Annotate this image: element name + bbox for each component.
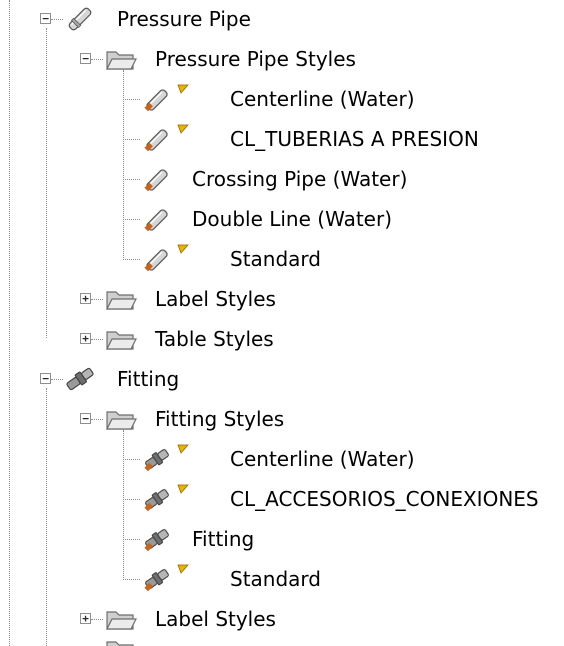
style-label: Standard — [230, 247, 321, 271]
tree-leaf-style[interactable]: Standard — [0, 241, 564, 277]
pressure-pipe-style-icon — [144, 129, 168, 152]
tree-leaf-style[interactable]: Standard — [0, 561, 564, 597]
style-label: Double Line (Water) — [192, 207, 392, 231]
style-label: CL_TUBERIAS A PRESION — [230, 127, 479, 151]
flag-icon — [177, 564, 189, 574]
folder-open-icon — [106, 51, 137, 70]
style-label: Centerline (Water) — [230, 87, 415, 111]
tree-leaf-style[interactable]: Centerline (Water) — [0, 81, 564, 117]
node-label: Pressure Pipe — [117, 7, 251, 31]
node-label: Fitting — [117, 367, 180, 391]
tree-leaf-style[interactable]: CL_ACCESORIOS_CONEXIONES — [0, 481, 564, 517]
style-label: Crossing Pipe (Water) — [192, 167, 408, 191]
style-tree: − Pressure Pipe − Pressure Pipe Styles C… — [0, 0, 564, 646]
tree-leaf-style[interactable]: CL_TUBERIAS A PRESION — [0, 121, 564, 157]
pressure-pipe-icon — [68, 7, 92, 31]
folder-open-icon — [106, 411, 137, 430]
tree-leaf-style[interactable]: Centerline (Water) — [0, 441, 564, 477]
flag-icon — [177, 84, 189, 94]
fitting-style-icon — [144, 569, 169, 592]
fitting-style-icon — [144, 489, 169, 512]
style-label: Centerline (Water) — [230, 447, 415, 471]
fitting-style-icon — [144, 529, 169, 552]
tree-node-partial — [0, 632, 564, 646]
pressure-pipe-style-icon — [144, 89, 168, 112]
node-label: Pressure Pipe Styles — [155, 47, 356, 71]
node-label: Fitting Styles — [155, 407, 285, 431]
collapse-toggle[interactable]: − — [40, 373, 51, 384]
tree-leaf-style[interactable]: Fitting — [0, 521, 564, 557]
tree-leaf-style[interactable]: Crossing Pipe (Water) — [0, 161, 564, 197]
collapse-toggle[interactable]: − — [80, 53, 91, 64]
node-label: Label Styles — [155, 287, 276, 311]
pressure-pipe-style-icon — [144, 249, 168, 272]
flag-icon — [177, 484, 189, 494]
tree-node-table-styles[interactable]: + Table Styles — [0, 321, 564, 357]
style-label: Fitting — [192, 527, 255, 551]
pressure-pipe-style-icon — [144, 209, 168, 232]
tree-node-pressure-pipe-styles[interactable]: − Pressure Pipe Styles — [0, 41, 564, 77]
expand-toggle[interactable]: + — [80, 293, 91, 304]
flag-icon — [177, 444, 189, 454]
style-label: Standard — [230, 567, 321, 591]
collapse-toggle[interactable]: − — [40, 13, 51, 24]
folder-icon — [106, 291, 137, 310]
folder-icon — [106, 611, 137, 630]
expand-toggle[interactable]: + — [80, 613, 91, 624]
tree-leaf-style[interactable]: Double Line (Water) — [0, 201, 564, 237]
tree-node-label-styles[interactable]: + Label Styles — [0, 281, 564, 317]
expand-toggle[interactable]: + — [80, 333, 91, 344]
style-label: CL_ACCESORIOS_CONEXIONES — [230, 487, 539, 511]
folder-icon — [106, 641, 134, 646]
folder-icon — [106, 331, 137, 350]
node-label: Table Styles — [155, 327, 274, 351]
fitting-icon — [66, 367, 94, 391]
flag-icon — [177, 124, 189, 134]
node-label: Label Styles — [155, 607, 276, 631]
tree-node-fitting[interactable]: − Fitting — [0, 361, 564, 397]
collapse-toggle[interactable]: − — [80, 413, 91, 424]
tree-node-pressure-pipe[interactable]: − Pressure Pipe — [0, 1, 564, 37]
flag-icon — [177, 244, 189, 254]
tree-node-fitting-styles[interactable]: − Fitting Styles — [0, 401, 564, 437]
fitting-style-icon — [144, 449, 169, 472]
pressure-pipe-style-icon — [144, 169, 168, 192]
